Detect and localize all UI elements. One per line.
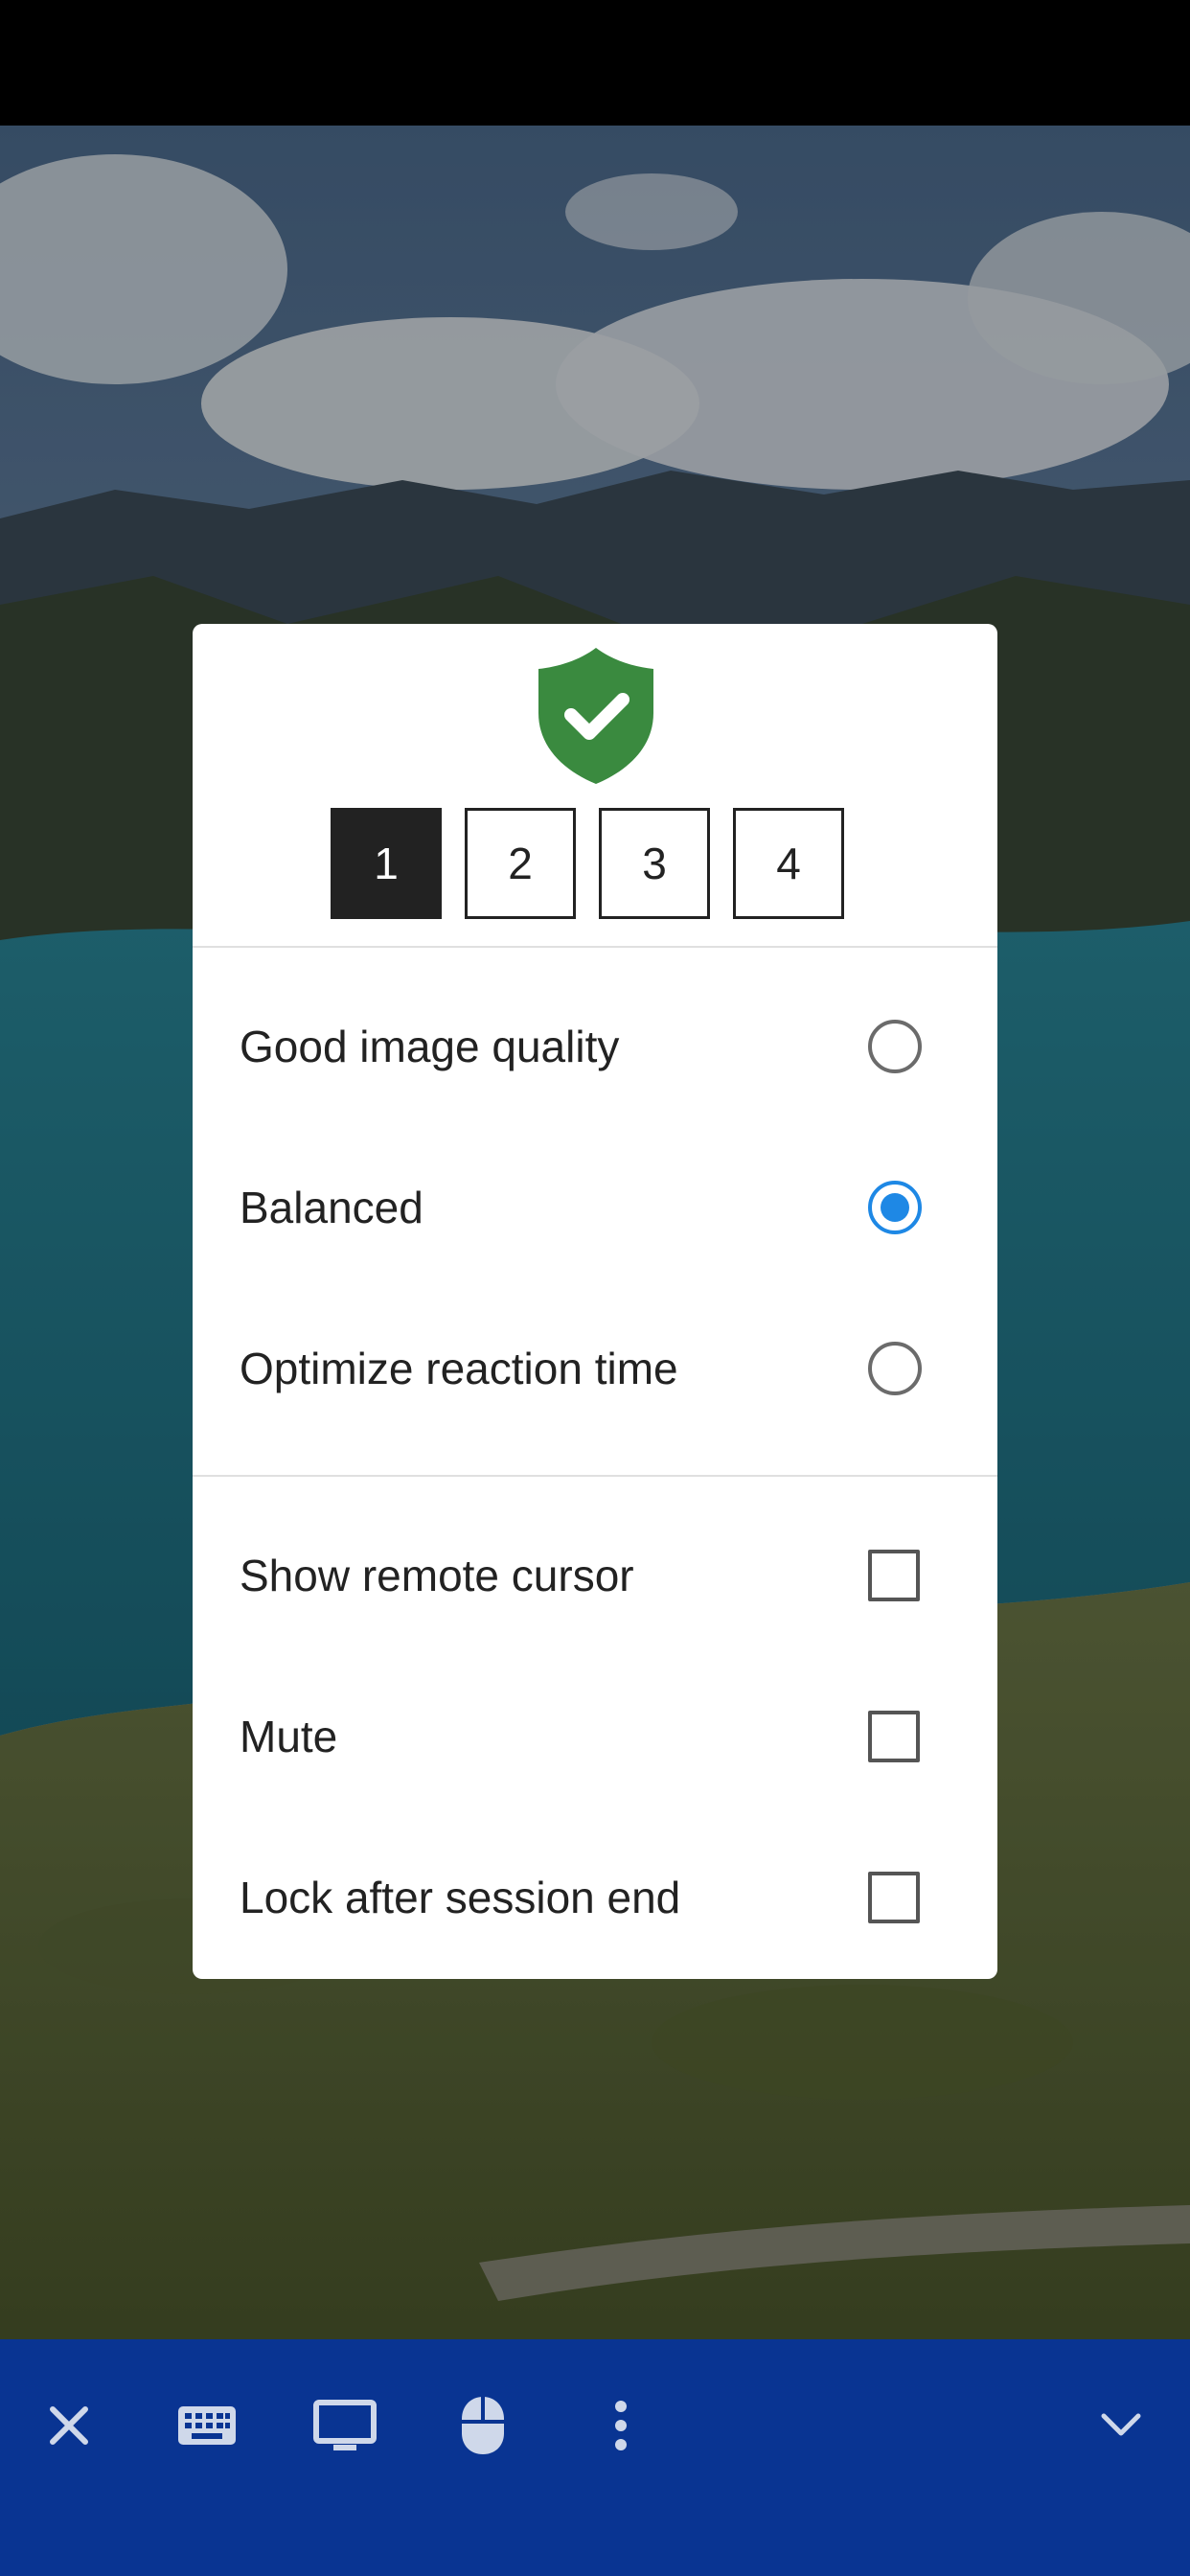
option-label: Optimize reaction time bbox=[240, 1344, 678, 1393]
toggle-mute[interactable]: Mute bbox=[193, 1679, 997, 1794]
checkbox[interactable] bbox=[868, 1872, 920, 1923]
option-label: Balanced bbox=[240, 1183, 423, 1232]
quality-option-balanced[interactable]: Balanced bbox=[193, 1150, 997, 1265]
more-button[interactable] bbox=[573, 2378, 669, 2473]
toggle-show-remote-cursor[interactable]: Show remote cursor bbox=[193, 1518, 997, 1633]
status-bar bbox=[0, 0, 1190, 126]
quality-section: Good image quality Balanced Optimize rea… bbox=[193, 948, 997, 1477]
radio-button[interactable] bbox=[868, 1181, 922, 1234]
radio-button[interactable] bbox=[868, 1020, 922, 1073]
session-settings-dialog: 1 2 3 4 Good image quality Balanced Opti… bbox=[193, 624, 997, 1979]
monitor-selector: 1 2 3 4 bbox=[331, 808, 844, 919]
monitor-icon bbox=[313, 2400, 377, 2450]
quality-option-good-image[interactable]: Good image quality bbox=[193, 989, 997, 1104]
monitor-button[interactable] bbox=[297, 2378, 393, 2473]
mouse-icon bbox=[462, 2397, 504, 2454]
chevron-down-icon bbox=[1101, 2413, 1141, 2436]
option-label: Lock after session end bbox=[240, 1873, 681, 1922]
mouse-button[interactable] bbox=[435, 2378, 531, 2473]
collapse-toolbar-button[interactable] bbox=[1073, 2378, 1169, 2473]
toggle-lock-after-session[interactable]: Lock after session end bbox=[193, 1840, 997, 1955]
option-label: Show remote cursor bbox=[240, 1551, 634, 1600]
keyboard-icon bbox=[178, 2406, 236, 2445]
monitor-tab-1[interactable]: 1 bbox=[331, 808, 442, 919]
option-label: Good image quality bbox=[240, 1022, 620, 1071]
monitor-tab-2[interactable]: 2 bbox=[465, 808, 576, 919]
close-icon bbox=[50, 2406, 88, 2445]
bottom-toolbar bbox=[0, 2339, 1190, 2576]
close-button[interactable] bbox=[21, 2378, 117, 2473]
dialog-header: 1 2 3 4 bbox=[193, 624, 997, 948]
radio-button[interactable] bbox=[868, 1342, 922, 1395]
keyboard-button[interactable] bbox=[159, 2378, 255, 2473]
shield-check-icon bbox=[538, 648, 653, 784]
checkbox[interactable] bbox=[868, 1550, 920, 1601]
checkbox[interactable] bbox=[868, 1711, 920, 1762]
more-vert-icon bbox=[615, 2401, 627, 2450]
option-label: Mute bbox=[240, 1712, 338, 1761]
monitor-tab-3[interactable]: 3 bbox=[599, 808, 710, 919]
monitor-tab-4[interactable]: 4 bbox=[733, 808, 844, 919]
quality-option-reaction-time[interactable]: Optimize reaction time bbox=[193, 1311, 997, 1426]
